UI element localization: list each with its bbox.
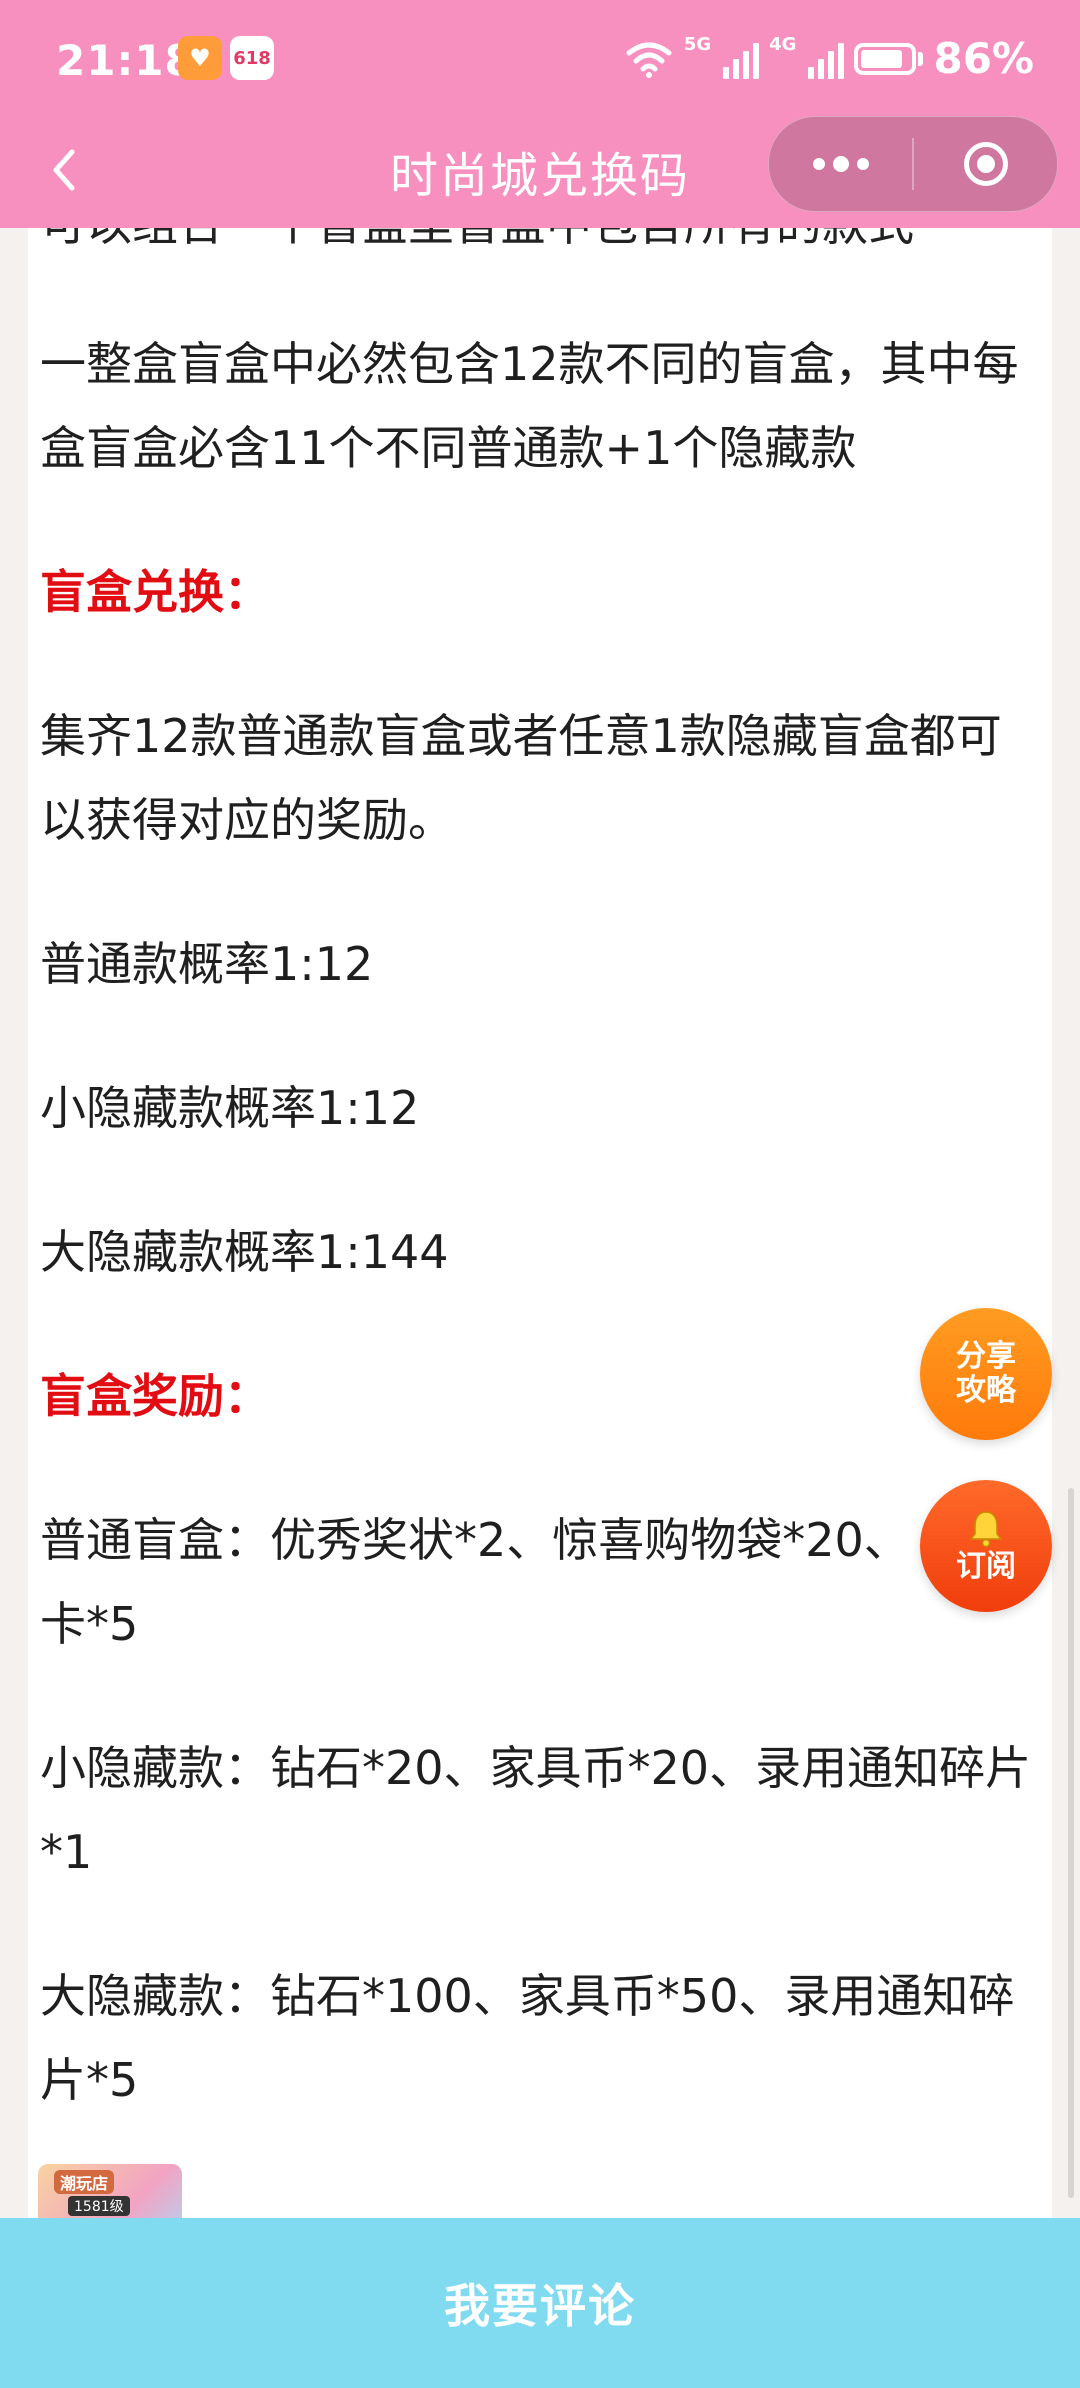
section-heading-exchange: 盲盒兑换： (40, 565, 270, 619)
status-time: 21:18 (56, 36, 195, 85)
subscribe-button[interactable]: 订阅 (920, 1480, 1052, 1612)
article-paragraph: 小隐藏款：钻石*20、家具币*20、录用通知碎片*1 (40, 1741, 1032, 1879)
article-paragraph: 一整盒盲盒中必然包含12款不同的盲盒，其中每盒盲盒必含11个不同普通款+1个隐藏… (40, 337, 1019, 475)
thumbnail-label: 潮玩店 (54, 2170, 115, 2194)
thumbnail-level: 1581级 (68, 2196, 130, 2216)
signal-4g-icon (808, 39, 845, 79)
share-label-line2: 攻略 (956, 1373, 1016, 1408)
more-button[interactable] (769, 117, 912, 211)
more-dots-icon (812, 156, 869, 172)
battery-percent: 86% (933, 34, 1034, 83)
scrollbar[interactable] (1068, 1488, 1074, 2198)
article-paragraph: 集齐12款普通款盲盒或者任意1款隐藏盲盒都可以获得对应的奖励。 (40, 709, 1002, 847)
close-button[interactable] (914, 117, 1057, 211)
status-icons: 5G 4G 86% (624, 34, 1034, 83)
article-paragraph: 普通盲盒：优秀奖状*2、惊喜购物袋*20、 (40, 1513, 910, 1567)
618-app-icon: 618 (230, 36, 274, 80)
network-5g-label: 5G (683, 34, 712, 55)
article-paragraph: 大隐藏款：钻石*100、家具币*50、录用通知碎片*5 (40, 1969, 1015, 2107)
share-label-line1: 分享 (956, 1339, 1016, 1374)
status-bar: 21:18 ♥ 618 5G 4G 86% (0, 0, 1080, 120)
subscribe-label: 订阅 (956, 1549, 1016, 1584)
share-guide-button[interactable]: 分享 攻略 (920, 1308, 1052, 1440)
bell-icon (969, 1511, 1003, 1548)
battery-cap (918, 51, 924, 66)
mini-program-capsule (768, 116, 1058, 212)
comment-button[interactable]: 我要评论 (0, 2218, 1080, 2388)
wifi-icon (626, 42, 672, 78)
article-paragraph: 小隐藏款概率1:12 (40, 1081, 420, 1135)
article-paragraph-cut: 可以组合一个盲盒里盲盒中包含所有的款式 (40, 228, 914, 254)
network-4g-label: 4G (769, 34, 797, 55)
article-paragraph: 大隐藏款概率1:144 (40, 1225, 449, 1279)
heart-app-icon: ♥ (178, 36, 222, 80)
signal-5g-icon (723, 39, 760, 79)
article-paragraph: 卡*5 (40, 1597, 139, 1651)
article-paragraph: 普通款概率1:12 (40, 937, 374, 991)
section-heading-reward: 盲盒奖励： (40, 1369, 270, 1423)
target-circle-icon (963, 142, 1008, 186)
battery-icon (854, 42, 917, 75)
article-content: 可以组合一个盲盒里盲盒中包含所有的款式 一整盒盲盒中必然包含12款不同的盲盒，其… (28, 228, 1052, 2228)
